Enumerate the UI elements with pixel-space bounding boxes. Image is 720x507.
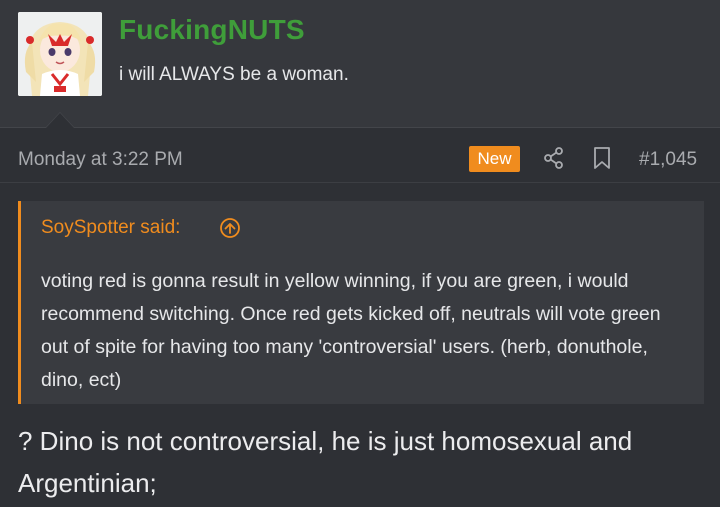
quote-block: SoySpotter said: voting red is gonna res…	[18, 201, 704, 404]
quote-attribution-link[interactable]: SoySpotter said:	[41, 217, 180, 239]
post-meta-bar: Monday at 3:22 PM New #1,045	[0, 129, 720, 183]
user-title: i will ALWAYS be a woman.	[119, 64, 349, 85]
quote-body: voting red is gonna result in yellow win…	[41, 270, 661, 391]
message-arrow	[46, 113, 74, 128]
new-badge: New	[469, 146, 520, 172]
go-to-quoted-post-icon[interactable]	[219, 217, 241, 239]
username-link[interactable]: FuckingNUTS	[119, 14, 305, 46]
avatar-image	[18, 12, 102, 96]
post-body: ? Dino is not controversial, he is just …	[18, 426, 633, 498]
avatar[interactable]	[18, 12, 102, 96]
bookmark-icon[interactable]	[591, 146, 613, 170]
post-number-link[interactable]: #1,045	[639, 149, 697, 171]
share-icon[interactable]	[542, 146, 566, 170]
post-date-link[interactable]: Monday at 3:22 PM	[18, 149, 183, 171]
user-header: FuckingNUTS i will ALWAYS be a woman.	[0, 0, 720, 128]
